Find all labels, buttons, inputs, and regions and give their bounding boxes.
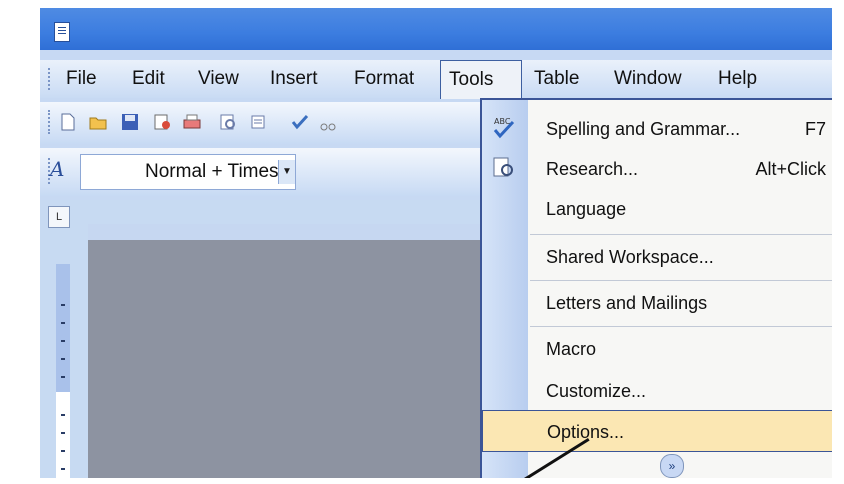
menu-item-customize[interactable]: Customize... (482, 370, 832, 412)
menu-separator (530, 234, 832, 235)
menu-item-label: Options... (547, 422, 625, 442)
document-page[interactable] (88, 240, 488, 478)
permission-icon[interactable] (152, 112, 172, 132)
menu-item-language[interactable]: Language ▶ (482, 188, 832, 230)
save-icon[interactable] (120, 112, 140, 132)
word-window: File Edit View Insert Format Tools Table… (40, 8, 832, 478)
menu-item-label: Macro (546, 339, 597, 359)
style-combobox-value: Normal + Times (145, 161, 279, 182)
research-icon (493, 157, 513, 177)
cut-icon[interactable] (318, 112, 338, 132)
menu-help[interactable]: Help (718, 60, 757, 98)
menu-file[interactable]: File (66, 60, 97, 98)
menu-separator (530, 326, 832, 327)
menu-item-label: Language (546, 199, 627, 219)
menu-tools[interactable]: Tools (440, 60, 522, 99)
spelling-toolbar-icon[interactable] (290, 112, 310, 132)
print-icon[interactable] (182, 112, 202, 132)
spelling-grammar-icon: ABC (493, 117, 515, 139)
menu-item-shared-workspace[interactable]: Shared Workspace... (482, 236, 832, 278)
menubar-grip[interactable] (48, 68, 53, 90)
toolbar-grip[interactable] (48, 110, 53, 134)
menu-item-macro[interactable]: Macro ▶ (482, 328, 832, 370)
menu-item-label: Spelling and Grammar... (546, 119, 741, 139)
tab-selector-icon[interactable]: L (48, 206, 70, 228)
print-preview-icon[interactable] (218, 112, 238, 132)
menu-item-label: Letters and Mailings (546, 293, 708, 313)
document-icon[interactable] (54, 22, 70, 42)
menu-item-shortcut: Alt+Click (755, 159, 826, 179)
menu-item-letters-mailings[interactable]: Letters and Mailings ▶ (482, 282, 832, 324)
new-document-icon[interactable] (58, 112, 78, 132)
menu-item-label: Research... (546, 159, 639, 179)
menu-separator (530, 280, 832, 281)
menu-item-spelling-grammar[interactable]: ABC Spelling and Grammar... F7 (482, 108, 832, 150)
title-bar (40, 8, 832, 50)
vertical-ruler[interactable] (56, 264, 70, 478)
research-toolbar-icon[interactable] (248, 112, 268, 132)
menu-view[interactable]: View (198, 60, 239, 98)
expand-menu-icon[interactable]: » (660, 454, 684, 478)
menu-table[interactable]: Table (534, 60, 579, 98)
menu-edit[interactable]: Edit (132, 60, 165, 98)
menu-insert[interactable]: Insert (270, 60, 318, 98)
menu-item-label: Shared Workspace... (546, 247, 714, 267)
svg-text:ABC: ABC (494, 117, 511, 126)
menu-item-options[interactable]: Options... (482, 410, 832, 452)
menu-item-research[interactable]: Research... Alt+Click (482, 148, 832, 190)
style-dropdown-arrow[interactable]: ▼ (278, 160, 295, 184)
menu-window[interactable]: Window (614, 60, 682, 98)
horizontal-ruler[interactable] (88, 224, 488, 240)
menu-item-shortcut: F7 (804, 119, 826, 139)
menu-format[interactable]: Format (354, 60, 414, 98)
style-combobox[interactable]: Normal + Times (80, 154, 296, 190)
menu-bar: File Edit View Insert Format Tools Table… (40, 60, 832, 99)
styles-and-formatting-icon[interactable]: A (50, 157, 64, 181)
menu-item-label: Customize... (546, 381, 647, 401)
tools-menu: ABC Spelling and Grammar... F7 Research.… (480, 98, 832, 478)
open-folder-icon[interactable] (88, 112, 108, 132)
